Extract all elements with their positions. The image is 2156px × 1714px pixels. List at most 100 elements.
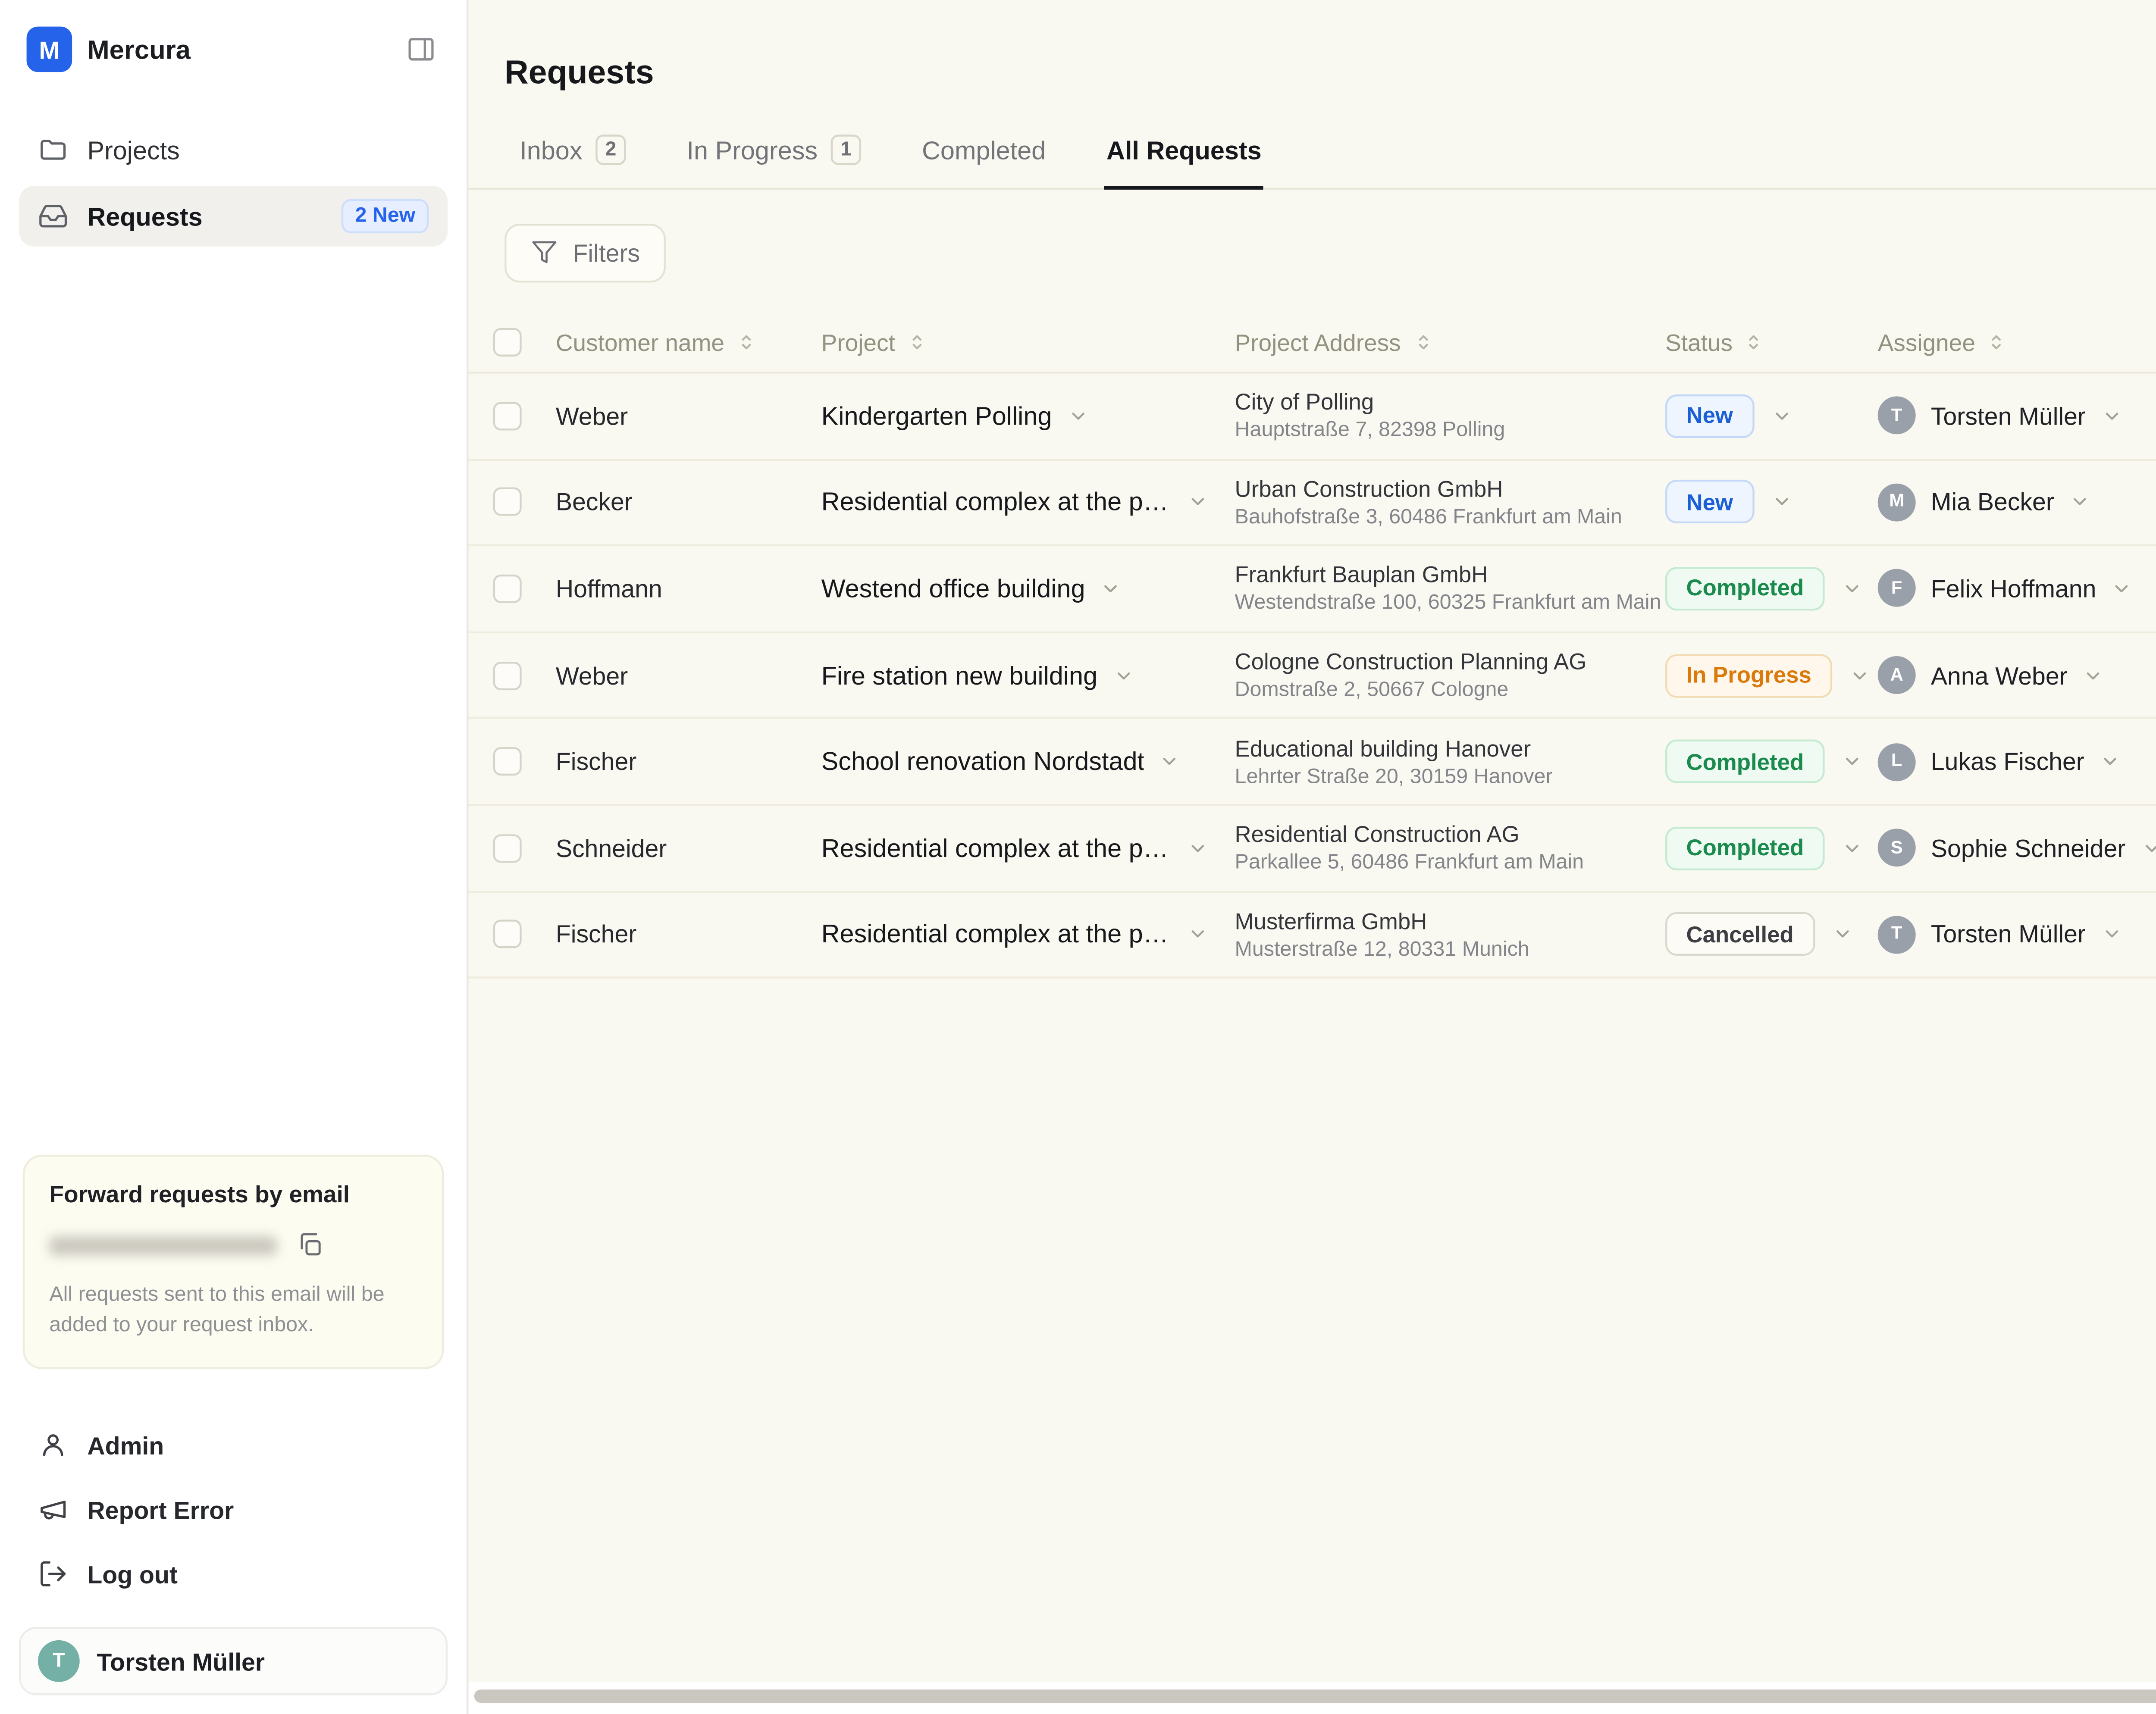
sidebar-item-logout[interactable]: Log out [23,1547,444,1600]
column-header-customer-name[interactable]: Customer name [556,329,821,356]
table-row: Hoffmann Westend office building Frankfu… [468,547,2156,633]
sidebar-item-projects[interactable]: Projects [19,122,448,178]
page-title: Requests [505,53,654,91]
chevron-down-icon [2073,498,2086,506]
filter-icon [532,241,557,263]
app-name: Mercura [87,34,191,65]
chevron-down-icon [1071,412,1084,419]
row-checkbox[interactable] [493,401,522,430]
chevron-down-icon [1775,412,1788,419]
chevron-down-icon [1104,585,1117,592]
sidebar-nav: Projects Requests 2 New [19,122,448,247]
tab-in-progress[interactable]: In Progress 1 [685,134,863,190]
status-cell[interactable]: In Progress [1665,653,1878,697]
project-cell[interactable]: School renovation Nordstadt [821,748,1235,776]
tab-all-requests[interactable]: All Requests [1104,137,1264,190]
chevron-down-icon [1191,498,1204,506]
assignee-cell[interactable]: A Anna Weber [1877,656,2156,694]
assignee-name: Mia Becker [1930,488,2054,517]
project-cell[interactable]: Residential complex at the park [821,834,1235,862]
address-line-1: Cologne Construction Planning AG [1235,648,1587,676]
row-checkbox[interactable] [493,747,522,776]
customer-name-cell: Weber [555,661,628,690]
status-cell[interactable]: Completed [1665,740,1878,784]
status-badge: New [1665,394,1754,438]
assignee-avatar: T [1877,915,1916,954]
address-line-2: Musterstraße 12, 80331 Munich [1235,938,1529,961]
person-icon [43,1434,63,1456]
assignee-avatar: L [1877,742,1916,781]
chevron-down-icon [1846,585,1858,592]
horizontal-scrollbar[interactable] [474,1689,2156,1703]
filters-button[interactable]: Filters [505,222,667,282]
tab-count-badge: 1 [830,134,862,165]
copy-email-button[interactable] [292,1227,328,1264]
user-name: Torsten Müller [97,1647,265,1676]
project-address-cell: Musterfirma GmbH Musterstraße 12, 80331 … [1235,908,1666,961]
email-card-note: All requests sent to this email will be … [49,1284,385,1336]
address-line-2: Westendstraße 100, 60325 Frankfurt am Ma… [1235,592,1661,616]
email-card-title: Forward requests by email [49,1182,350,1208]
sidebar-item-label: Report Error [87,1495,234,1524]
row-checkbox[interactable] [493,574,522,603]
project-cell[interactable]: Westend office building [821,575,1235,603]
project-cell[interactable]: Residential complex at the park [821,920,1235,949]
sort-icon [912,335,921,350]
sidebar-item-label: Admin [87,1430,164,1459]
status-badge: Cancelled [1665,913,1815,957]
project-cell[interactable]: Kindergarten Polling [821,402,1235,430]
status-cell[interactable]: Completed [1665,567,1878,611]
table-row: Fischer School renovation Nordstadt Educ… [468,719,2156,806]
chevron-down-icon [1853,672,1866,679]
table-row: Becker Residential complex at the park U… [468,460,2156,547]
column-header-project[interactable]: Project [821,329,1235,356]
row-checkbox[interactable] [493,920,522,949]
assignee-cell[interactable]: S Sophie Schneider [1877,829,2156,867]
sort-icon [1418,335,1427,350]
assignee-cell[interactable]: T Torsten Müller [1877,397,2156,435]
status-cell[interactable]: Cancelled [1665,913,1878,957]
assignee-cell[interactable]: M Mia Becker [1877,483,2156,522]
sort-icon [1750,335,1759,350]
tab-completed[interactable]: Completed [920,137,1048,190]
sidebar-item-report-error[interactable]: Report Error [23,1483,444,1536]
chevron-down-icon [1836,931,1849,938]
select-all-checkbox[interactable] [493,328,522,357]
table-toolbar: Filters [505,222,2156,283]
status-badge: Completed [1665,567,1825,611]
table-row: Weber Fire station new building Cologne … [468,633,2156,719]
status-cell[interactable]: New [1665,480,1878,524]
user-card[interactable]: T Torsten Müller [19,1627,448,1695]
assignee-cell[interactable]: T Torsten Müller [1877,915,2156,954]
status-cell[interactable]: New [1665,394,1878,438]
project-cell[interactable]: Fire station new building [821,661,1235,689]
status-cell[interactable]: Completed [1665,826,1878,870]
row-checkbox[interactable] [493,834,522,863]
project-address-cell: Frankfurt Bauplan GmbH Westendstraße 100… [1235,562,1666,615]
column-header-assignee[interactable]: Assignee [1878,329,2156,356]
page-header: Requests + New Request N [468,0,2156,108]
sidebar-item-admin[interactable]: Admin [23,1418,444,1471]
assignee-avatar: M [1877,483,1916,522]
assignee-cell[interactable]: L Lukas Fischer [1877,742,2156,781]
address-line-2: Domstraße 2, 50667 Cologne [1235,679,1509,702]
sidebar-item-requests[interactable]: Requests 2 New [19,186,448,247]
status-badge: Completed [1665,826,1825,870]
table-row: Weber Kindergarten Polling City of Polli… [468,374,2156,460]
project-cell[interactable]: Residential complex at the park [821,488,1235,516]
main-content: Requests + New Request N Inbox 2 In Prog… [468,0,2156,1714]
chevron-down-icon [2115,585,2128,592]
project-address-cell: Urban Construction GmbH Bauhofstraße 3, … [1235,476,1666,529]
horizontal-scrollbar-track [468,1682,2156,1714]
column-header-status[interactable]: Status [1665,329,1878,356]
sidebar-item-label: Requests [87,202,203,231]
column-header-project-address[interactable]: Project Address [1235,329,1666,356]
tab-inbox[interactable]: Inbox 2 [518,134,628,190]
row-checkbox[interactable] [493,661,522,690]
address-line-2: Lehrter Straße 20, 30159 Hanover [1235,765,1553,788]
row-checkbox[interactable] [493,488,522,517]
sidebar-collapse-button[interactable] [402,30,440,68]
chevron-down-icon [1164,758,1176,766]
assignee-cell[interactable]: F Felix Hoffmann [1877,569,2156,608]
